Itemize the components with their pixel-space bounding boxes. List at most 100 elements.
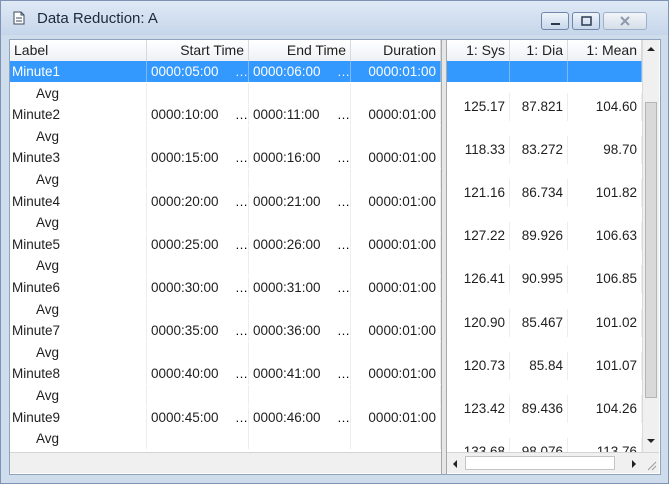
cell-label: Avg	[10, 82, 147, 104]
ellipsis-icon: …	[235, 323, 248, 339]
cell-end-time	[249, 428, 351, 450]
cell-dia: 86.734	[510, 179, 568, 207]
table-row[interactable]: Minute2 0000:10:00… 0000:11:00… 0000:01:00	[10, 104, 441, 126]
table-row[interactable]: Avg	[10, 169, 441, 190]
cell-start-time: 0000:15:00	[147, 147, 249, 169]
values-table-header: 1: Sys 1: Dia 1: Mean	[447, 40, 642, 62]
table-row[interactable]: Minute1 0000:05:00… 0000:06:00… 0000:01:00	[10, 61, 441, 82]
table-row[interactable]	[447, 61, 642, 82]
cell-label: Avg	[10, 385, 147, 406]
ellipsis-icon: …	[337, 236, 350, 252]
column-header-sys[interactable]: 1: Sys	[447, 40, 510, 61]
cell-duration: 0000:01:00	[351, 320, 441, 342]
table-row[interactable]: Avg	[10, 298, 441, 320]
table-row[interactable]: Avg	[10, 385, 441, 406]
scroll-left-icon[interactable]	[450, 458, 460, 470]
cell-duration: 0000:01:00	[351, 277, 441, 298]
table-row[interactable]: Avg	[10, 428, 441, 450]
ellipsis-icon: …	[337, 64, 350, 79]
scroll-up-icon[interactable]	[645, 44, 657, 54]
cell-start-time	[147, 125, 249, 147]
resize-grip-icon[interactable]	[645, 459, 657, 471]
table-row[interactable]: 123.42 89.436 104.26	[447, 395, 642, 423]
vertical-scroll-thumb[interactable]	[645, 102, 657, 398]
cell-sys: 118.33	[447, 135, 510, 164]
table-row[interactable]: 125.17 87.821 104.60	[447, 92, 642, 121]
table-row[interactable]: Minute5 0000:25:00… 0000:26:00… 0000:01:00	[10, 233, 441, 255]
table-row[interactable]: Avg	[10, 255, 441, 277]
table-row[interactable]: Minute4 0000:20:00… 0000:21:00… 0000:01:00	[10, 190, 441, 212]
scroll-down-icon[interactable]	[645, 436, 657, 446]
table-row[interactable]: 120.90 85.467 101.02	[447, 308, 642, 337]
cell-mean: 98.70	[568, 135, 642, 164]
table-row[interactable]: Minute9 0000:45:00… 0000:46:00… 0000:01:00	[10, 406, 441, 428]
labels-table-header: Label Start Time End Time Duration	[10, 40, 441, 62]
values-table[interactable]: 1: Sys 1: Dia 1: Mean 125.17 87.821 104.60…	[447, 40, 660, 474]
cell-end-time: 0000:11:00	[249, 104, 351, 126]
table-row[interactable]: 121.16 86.734 101.82	[447, 179, 642, 207]
table-row[interactable]: 120.73 85.84 101.07	[447, 351, 642, 380]
labels-table[interactable]: Label Start Time End Time Duration Minut…	[10, 40, 441, 474]
cell-start-time: 0000:45:00	[147, 406, 249, 428]
table-row[interactable]: Minute3 0000:15:00… 0000:16:00… 0000:01:00	[10, 147, 441, 169]
cell-duration	[351, 428, 441, 450]
cell-mean: 104.60	[568, 92, 642, 121]
horizontal-scrollbar[interactable]	[447, 452, 659, 473]
column-header-end-time[interactable]: End Time	[249, 40, 351, 61]
scroll-right-icon[interactable]	[629, 458, 639, 470]
horizontal-scroll-thumb[interactable]	[465, 456, 615, 470]
column-header-mean[interactable]: 1: Mean	[568, 40, 642, 61]
column-header-dia[interactable]: 1: Dia	[510, 40, 568, 61]
cell-label: Minute4	[10, 190, 147, 212]
cell-label: Minute9	[10, 406, 147, 428]
cell-label: Minute7	[10, 320, 147, 342]
cell-label: Minute2	[10, 104, 147, 126]
cell-start-time	[147, 428, 249, 450]
cell-start-time	[147, 255, 249, 277]
cell-duration: 0000:01:00	[351, 61, 441, 82]
cell-label: Minute5	[10, 233, 147, 255]
table-row[interactable]: 127.22 89.926 106.63	[447, 222, 642, 251]
close-button[interactable]	[603, 12, 647, 30]
table-row[interactable]: Avg	[10, 212, 441, 234]
cell-label: Avg	[10, 428, 147, 450]
table-row[interactable]: Minute6 0000:30:00… 0000:31:00… 0000:01:00	[10, 277, 441, 298]
column-header-label[interactable]: Label	[10, 40, 147, 61]
maximize-button[interactable]	[572, 12, 600, 30]
cell-start-time	[147, 169, 249, 190]
cell-start-time	[147, 212, 249, 234]
cell-sys: 126.41	[447, 265, 510, 294]
table-row[interactable]: Minute7 0000:35:00… 0000:36:00… 0000:01:00	[10, 320, 441, 342]
cell-duration: 0000:01:00	[351, 104, 441, 126]
cell-dia: 83.272	[510, 135, 568, 164]
title-bar[interactable]: Data Reduction: A	[1, 1, 668, 35]
cell-end-time	[249, 169, 351, 190]
table-row[interactable]: Avg	[10, 82, 441, 104]
cell-end-time	[249, 341, 351, 363]
table-row[interactable]: Avg	[10, 125, 441, 147]
table-row[interactable]: 118.33 83.272 98.70	[447, 135, 642, 164]
ellipsis-icon: …	[337, 409, 350, 425]
table-row[interactable]: 126.41 90.995 106.85	[447, 265, 642, 294]
table-row[interactable]: Minute8 0000:40:00… 0000:41:00… 0000:01:00	[10, 363, 441, 385]
vertical-scrollbar[interactable]	[642, 40, 659, 452]
table-row[interactable]: Avg	[10, 341, 441, 363]
cell-start-time: 0000:05:00	[147, 61, 249, 82]
ellipsis-icon: …	[337, 193, 350, 209]
document-icon	[13, 11, 25, 25]
ellipsis-icon: …	[235, 64, 248, 79]
minimize-icon	[551, 23, 560, 25]
cell-label: Avg	[10, 169, 147, 190]
cell-start-time	[147, 385, 249, 406]
minimize-button[interactable]	[541, 12, 569, 30]
cell-sys: 121.16	[447, 179, 510, 207]
cell-label: Avg	[10, 341, 147, 363]
maximize-icon	[581, 16, 592, 26]
column-header-duration[interactable]: Duration	[351, 40, 441, 61]
cell-start-time: 0000:35:00	[147, 320, 249, 342]
cell-label: Avg	[10, 298, 147, 320]
column-header-start-time[interactable]: Start Time	[147, 40, 249, 61]
cell-mean: 101.02	[568, 308, 642, 337]
cell-sys: 125.17	[447, 92, 510, 121]
cell-label: Minute3	[10, 147, 147, 169]
